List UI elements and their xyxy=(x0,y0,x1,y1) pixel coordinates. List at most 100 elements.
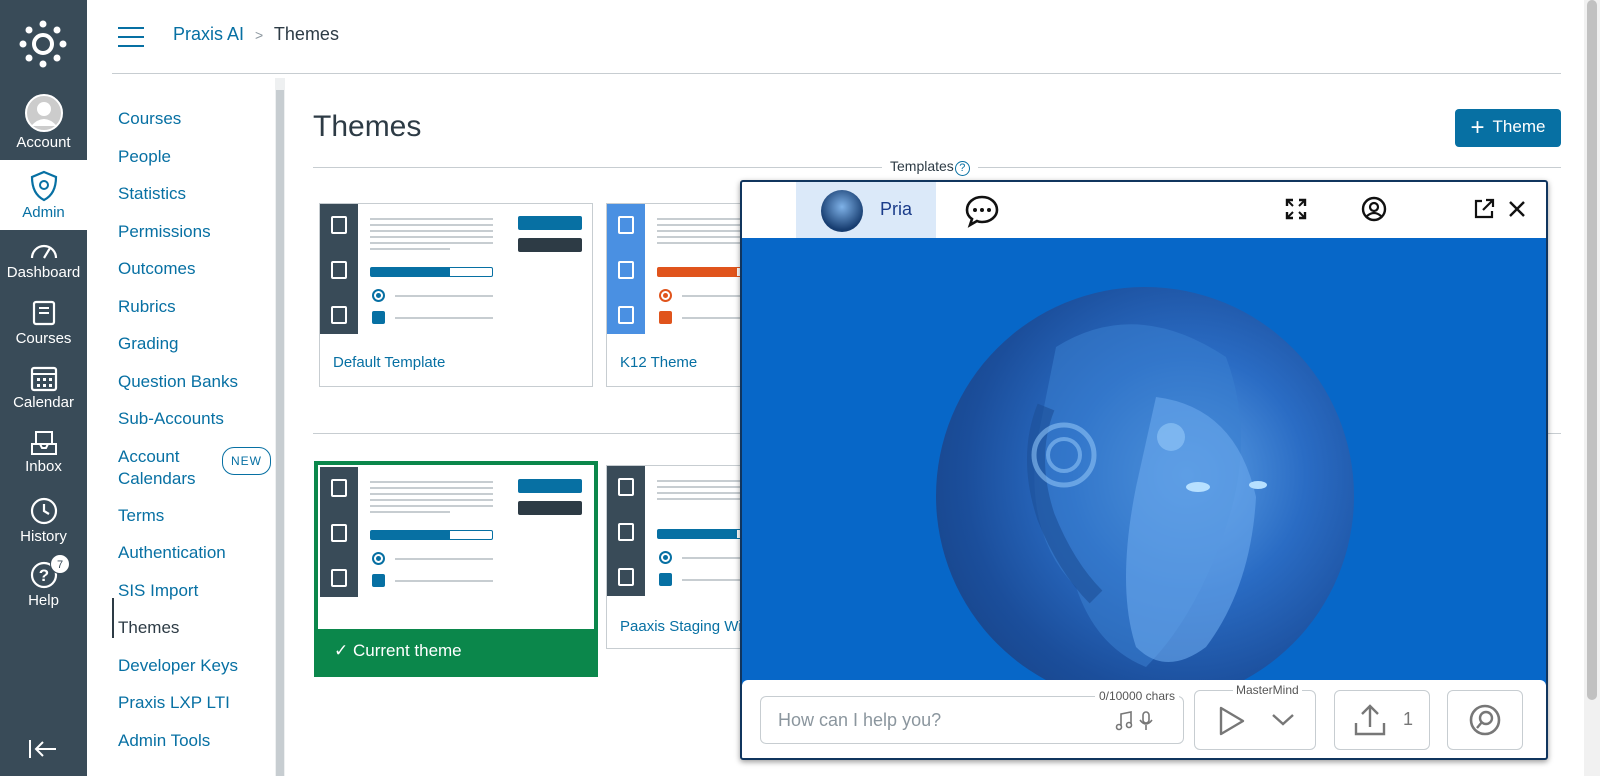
inbox-icon xyxy=(30,431,57,455)
breadcrumb: Praxis AI > Themes xyxy=(173,24,339,45)
upload-count: 1 xyxy=(1403,709,1414,729)
canvas-logo-icon[interactable] xyxy=(19,20,67,68)
close-icon[interactable] xyxy=(1508,200,1526,218)
chat-bubble-icon[interactable] xyxy=(964,194,1000,228)
new-badge: NEW xyxy=(222,447,271,475)
dashboard-gauge-icon xyxy=(30,244,57,259)
nav-history[interactable]: History xyxy=(0,496,87,545)
nav-courses[interactable]: Courses xyxy=(0,300,87,347)
template-card-default[interactable]: Default Template xyxy=(319,203,593,387)
char-counter: 0/10000 chars xyxy=(1094,689,1179,703)
template-name[interactable]: K12 Theme xyxy=(620,354,697,371)
add-theme-button[interactable]: + Theme xyxy=(1455,109,1561,147)
search-button[interactable] xyxy=(1447,690,1523,750)
subnav-item-statistics[interactable]: Statistics xyxy=(118,183,186,205)
template-name[interactable]: Default Template xyxy=(333,354,445,371)
open-external-icon[interactable] xyxy=(1473,198,1495,220)
subnav-item-developer-keys[interactable]: Developer Keys xyxy=(118,655,238,677)
subnav-item-admin-tools[interactable]: Admin Tools xyxy=(118,730,210,752)
nav-account[interactable]: Account xyxy=(0,94,87,151)
global-nav: Account Admin Dashboard Courses Calendar xyxy=(0,0,87,776)
chat-composer: How can I help you? 0/10000 chars Master… xyxy=(742,680,1546,758)
chat-input[interactable]: How can I help you? 0/10000 chars xyxy=(760,689,1184,744)
subnav-item-permissions[interactable]: Permissions xyxy=(118,221,211,243)
svg-text:?: ? xyxy=(38,566,48,585)
subnav-item-rubrics[interactable]: Rubrics xyxy=(118,296,176,318)
nav-label: Account xyxy=(16,134,71,151)
microphone-icon[interactable] xyxy=(1139,711,1153,731)
fullscreen-icon[interactable] xyxy=(1285,198,1307,220)
chevron-down-icon[interactable] xyxy=(1271,713,1295,727)
nav-help[interactable]: ? 7 Help xyxy=(0,554,87,609)
play-icon[interactable] xyxy=(1217,705,1247,737)
user-profile-icon[interactable] xyxy=(1361,196,1387,222)
nav-label: History xyxy=(20,528,67,545)
history-clock-icon xyxy=(30,497,57,525)
pria-chat-panel: Pria How can I help you? 0/10000 chars M… xyxy=(740,180,1548,760)
nav-calendar[interactable]: Calendar xyxy=(0,364,87,411)
chat-input-placeholder: How can I help you? xyxy=(778,710,942,730)
tab-pria-label: Pria xyxy=(880,199,913,219)
subnav-item-account-calendars[interactable]: Account Calendars NEW xyxy=(118,446,271,490)
subnav-scrollbar[interactable] xyxy=(275,78,285,776)
subnav-item-sis-import[interactable]: SIS Import xyxy=(118,580,198,602)
nav-label: Courses xyxy=(15,330,72,347)
header-divider xyxy=(112,73,1561,74)
nav-label: Inbox xyxy=(25,458,62,475)
active-item-indicator xyxy=(112,598,114,638)
current-theme-footer: ✓ Current theme xyxy=(318,629,594,673)
subnav-item-terms[interactable]: Terms xyxy=(118,505,164,527)
theme-preview xyxy=(320,467,592,597)
calendar-icon xyxy=(30,366,57,392)
templates-heading: Templates? xyxy=(882,158,978,176)
templates-label: Templates xyxy=(890,158,954,174)
subnav-item-praxis-lxp-lti[interactable]: Praxis LXP LTI xyxy=(118,692,230,714)
nav-label: Dashboard xyxy=(6,264,81,281)
chat-toolbar: Pria xyxy=(742,182,1546,238)
breadcrumb-current: Themes xyxy=(273,24,339,44)
nav-dashboard[interactable]: Dashboard xyxy=(0,238,87,281)
subnav-item-courses[interactable]: Courses xyxy=(118,108,181,130)
subnav-item-authentication[interactable]: Authentication xyxy=(118,542,226,564)
subnav-label-line1: Account xyxy=(118,447,180,466)
ai-assistant-portrait xyxy=(936,287,1354,705)
theme-preview xyxy=(320,204,592,334)
subnav-item-themes[interactable]: Themes xyxy=(118,617,179,639)
model-label: MasterMind xyxy=(1233,683,1302,697)
subnav-label-line2: Calendars xyxy=(118,469,196,488)
theme-card-current[interactable]: ✓ Current theme xyxy=(314,461,598,677)
help-badge: 7 xyxy=(50,554,70,574)
tab-pria[interactable]: Pria xyxy=(796,182,936,238)
course-menu-toggle[interactable] xyxy=(118,27,144,47)
subnav-item-outcomes[interactable]: Outcomes xyxy=(118,258,195,280)
plus-icon: + xyxy=(1470,114,1485,141)
music-note-icon[interactable] xyxy=(1115,711,1133,731)
breadcrumb-root[interactable]: Praxis AI xyxy=(173,24,244,44)
search-icon xyxy=(1469,704,1501,736)
upload-icon xyxy=(1354,704,1386,736)
nav-label: Help xyxy=(28,592,59,609)
page-title: Themes xyxy=(313,110,422,143)
help-circle-icon[interactable]: ? xyxy=(954,161,970,176)
breadcrumb-separator: > xyxy=(255,27,264,43)
pria-avatar xyxy=(821,190,863,232)
nav-inbox[interactable]: Inbox xyxy=(0,430,87,475)
nav-label: Calendar xyxy=(13,394,74,411)
admin-shield-icon xyxy=(30,170,57,202)
theme-name[interactable]: Paaxis Staging With xyxy=(620,618,750,635)
account-avatar-icon xyxy=(24,94,63,132)
check-icon: ✓ xyxy=(334,641,349,660)
subnav-item-grading[interactable]: Grading xyxy=(118,333,178,355)
current-theme-label: Current theme xyxy=(352,641,462,660)
subnav-item-sub-accounts[interactable]: Sub-Accounts xyxy=(118,408,224,430)
subnav-item-people[interactable]: People xyxy=(118,146,171,168)
add-theme-label: Theme xyxy=(1492,117,1546,136)
collapse-nav-icon[interactable] xyxy=(28,738,58,760)
courses-book-icon xyxy=(32,300,55,326)
model-selector[interactable]: MasterMind xyxy=(1194,683,1316,750)
page-scrollbar[interactable] xyxy=(1584,0,1600,776)
subnav-item-question-banks[interactable]: Question Banks xyxy=(118,371,238,393)
nav-label: Admin xyxy=(22,204,65,221)
upload-button[interactable]: 1 xyxy=(1334,690,1430,750)
nav-admin[interactable]: Admin xyxy=(0,160,87,230)
